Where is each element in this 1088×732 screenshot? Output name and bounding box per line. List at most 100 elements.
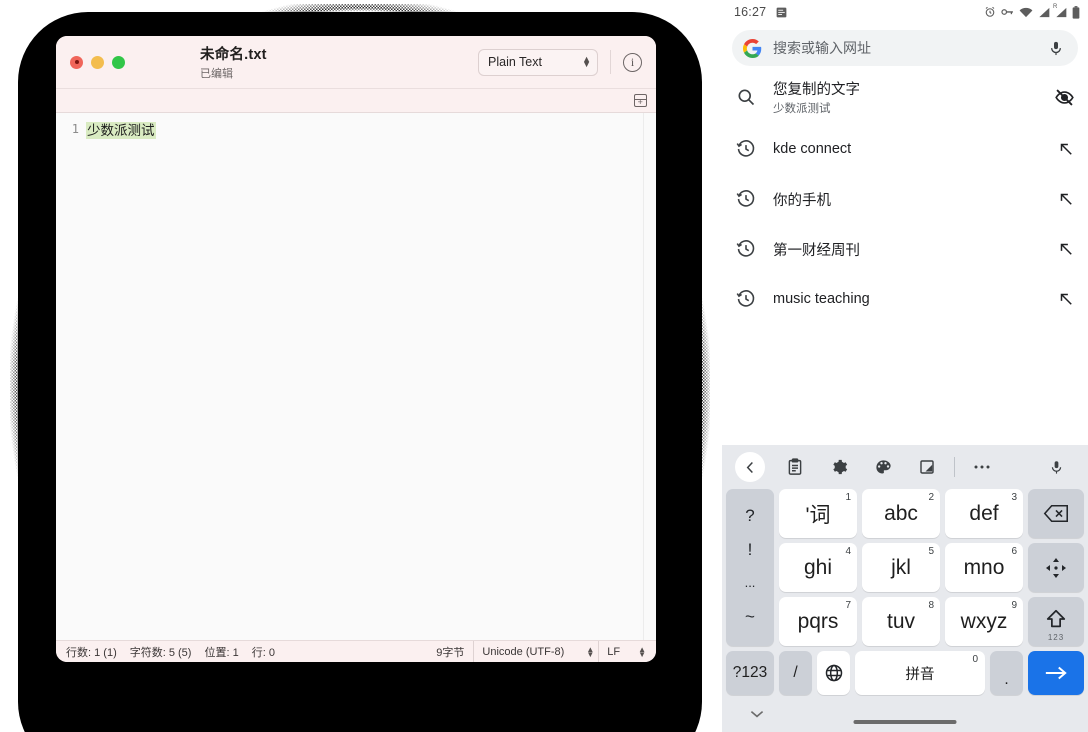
key-label: jkl — [891, 555, 911, 579]
list-item-text: kde connect — [773, 141, 1040, 157]
list-item[interactable]: 您复制的文字 少数派测试 — [722, 70, 1088, 124]
line-ending-select[interactable]: LF ▲ ▼ — [598, 640, 650, 662]
list-item[interactable]: 第一财经周刊 — [722, 224, 1088, 274]
enter-key[interactable] — [1028, 651, 1084, 695]
history-clock-icon — [736, 289, 756, 309]
key-label: wxyz — [960, 609, 1008, 633]
key-8[interactable]: tuv 8 — [862, 597, 940, 646]
key-label: 拼音 — [905, 666, 935, 683]
minimize-button[interactable] — [91, 55, 104, 69]
palette-icon[interactable] — [861, 449, 905, 485]
list-item[interactable]: kde connect — [722, 124, 1088, 174]
history-clock-icon — [736, 189, 756, 209]
titlebar-divider — [610, 50, 611, 74]
list-item-title: 您复制的文字 — [773, 82, 860, 98]
google-g-icon — [743, 38, 762, 58]
symbols-key[interactable]: ?123 — [726, 651, 774, 695]
search-input[interactable]: 搜索或输入网址 — [773, 38, 1037, 58]
microphone-icon[interactable] — [1034, 449, 1078, 485]
more-horizontal-icon[interactable] — [960, 449, 1004, 485]
list-item-text: 您复制的文字 少数派测试 — [773, 78, 1037, 116]
alarm-icon — [984, 6, 996, 18]
screenshot-root: 未命名.txt 已编辑 Plain Text ▲ ▼ i + 1 少数派测试 行… — [0, 0, 1088, 732]
encoding-select[interactable]: Unicode (UTF-8) ▲ ▼ — [473, 640, 598, 662]
key-2[interactable]: abc 2 — [862, 489, 940, 538]
list-item[interactable]: 你的手机 — [722, 174, 1088, 224]
language-switch-key[interactable] — [817, 651, 850, 695]
info-icon[interactable]: i — [623, 52, 642, 72]
search-icon — [736, 87, 756, 107]
arrow-up-left-icon[interactable] — [1057, 290, 1075, 308]
key-label: '词 — [805, 503, 831, 527]
clipboard-icon[interactable] — [773, 449, 817, 485]
chevron-down-icon[interactable] — [749, 709, 765, 719]
editor-area[interactable]: 1 少数派测试 — [56, 113, 656, 640]
key-4[interactable]: ghi 4 — [779, 543, 857, 592]
status-lines: 行数: 1 (1) — [66, 646, 117, 659]
home-indicator[interactable] — [853, 720, 957, 724]
key-5[interactable]: jkl 5 — [862, 543, 940, 592]
key-label: tuv — [886, 609, 915, 633]
key-number: 9 — [1011, 600, 1017, 611]
vpn-key-icon — [1001, 7, 1014, 17]
list-item-subtitle: 少数派测试 — [773, 103, 831, 115]
line-number-gutter: 1 — [56, 122, 86, 640]
punctuation-key[interactable]: ? ! ... ~ — [726, 489, 774, 646]
one-handed-mode-icon[interactable] — [905, 449, 949, 485]
key-label: . — [1004, 671, 1009, 688]
chevron-updown-icon: ▲ ▼ — [638, 644, 646, 659]
wifi-icon — [1019, 7, 1033, 18]
shift-key[interactable]: 123 — [1028, 597, 1084, 646]
key-3[interactable]: def 3 — [945, 489, 1023, 538]
key-label: ?123 — [732, 664, 768, 681]
microphone-icon[interactable] — [1048, 39, 1064, 58]
shift-icon — [1045, 608, 1067, 630]
gear-icon[interactable] — [817, 449, 861, 485]
status-notification-icons — [775, 6, 788, 19]
chevron-updown-icon: ▲ ▼ — [586, 644, 595, 659]
keyboard-bottom-row: ?123 / 拼音 0 . — [722, 646, 1088, 695]
key-number: 8 — [928, 600, 934, 611]
key-label: def — [969, 501, 999, 525]
arrow-right-icon — [1044, 664, 1068, 682]
dpad-key[interactable] — [1028, 543, 1084, 592]
split-pane-icon[interactable] — [634, 94, 647, 107]
window-titlebar: 未命名.txt 已编辑 Plain Text ▲ ▼ i — [56, 36, 656, 88]
android-navigation-bar — [722, 696, 1088, 732]
maximize-button[interactable] — [112, 55, 125, 69]
line-ending-value: LF — [607, 645, 621, 658]
editor-subtoolbar — [56, 88, 656, 113]
key-1[interactable]: '词 1 — [779, 489, 857, 538]
status-bytes: 9字节 — [436, 646, 465, 659]
key-9[interactable]: wxyz 9 — [945, 597, 1023, 646]
syntax-language-select[interactable]: Plain Text ▲ ▼ — [478, 48, 598, 76]
statusbar-right: 9字节 Unicode (UTF-8) ▲ ▼ LF ▲ ▼ — [436, 640, 650, 662]
period-key[interactable]: . — [990, 651, 1023, 695]
editor-scrollbar[interactable] — [643, 113, 656, 640]
close-button[interactable] — [70, 55, 83, 69]
slash-key[interactable]: / — [779, 651, 812, 695]
backspace-key[interactable] — [1028, 489, 1084, 538]
arrow-up-left-icon[interactable] — [1057, 240, 1075, 258]
space-key[interactable]: 拼音 0 — [855, 651, 985, 695]
key-label: mno — [963, 555, 1005, 579]
keyboard-keypad: ? ! ... ~ '词 1 abc 2 def 3 ghi 4 jkl 5 m… — [722, 489, 1088, 646]
key-number: 5 — [928, 546, 934, 557]
eye-off-icon[interactable] — [1054, 87, 1075, 108]
chevron-left-icon[interactable] — [735, 452, 765, 482]
key-7[interactable]: pqrs 7 — [779, 597, 857, 646]
arrow-up-left-icon[interactable] — [1057, 140, 1075, 158]
omnibox-search-bar[interactable]: 搜索或输入网址 — [732, 30, 1078, 66]
key-label: pqrs — [797, 609, 839, 633]
key-6[interactable]: mno 6 — [945, 543, 1023, 592]
list-item-text: 你的手机 — [773, 189, 1040, 210]
editor-statusbar: 行数: 1 (1) 字符数: 5 (5) 位置: 1 行: 0 9字节 Unic… — [56, 640, 656, 662]
globe-icon — [824, 663, 844, 683]
arrow-up-left-icon[interactable] — [1057, 190, 1075, 208]
history-clock-icon — [736, 239, 756, 259]
list-item[interactable]: music teaching — [722, 274, 1088, 324]
editor-line-1: 少数派测试 — [86, 122, 156, 640]
status-position: 位置: 1 — [204, 646, 239, 659]
mac-device-frame: 未命名.txt 已编辑 Plain Text ▲ ▼ i + 1 少数派测试 行… — [0, 0, 722, 732]
status-system-icons: R — [984, 4, 1080, 19]
